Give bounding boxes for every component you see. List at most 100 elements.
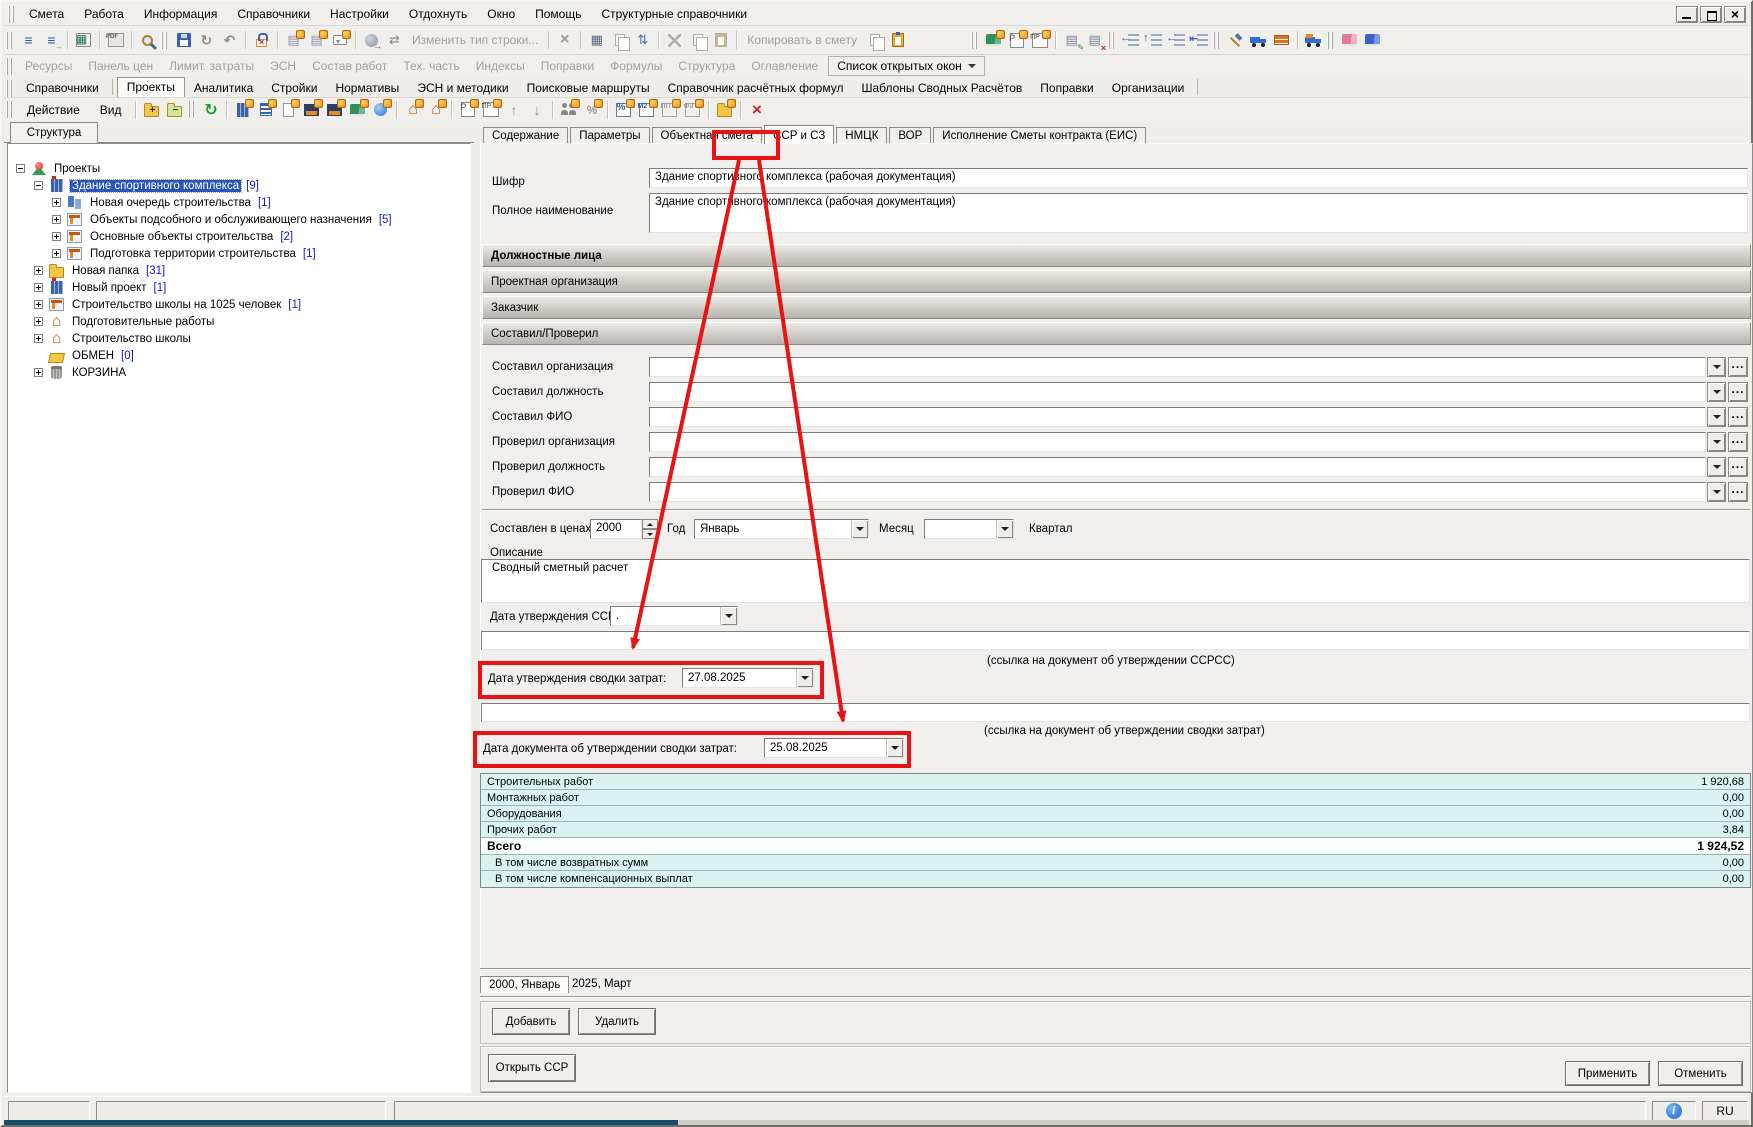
- tree-expand-icon[interactable]: [34, 334, 43, 343]
- restore-button[interactable]: [1700, 6, 1722, 23]
- period-tab-2000-january[interactable]: 2000, Январь: [480, 976, 569, 993]
- spin-down-icon[interactable]: [642, 529, 658, 539]
- table-row[interactable]: Строительных работ 1 920,68: [481, 774, 1750, 790]
- menu-vid[interactable]: Вид: [90, 101, 132, 119]
- composed-fio-browse-button[interactable]: [1728, 407, 1748, 427]
- tab-proekty[interactable]: Проекты: [117, 77, 185, 97]
- list-icon[interactable]: [254, 99, 277, 120]
- excel-icon[interactable]: [72, 30, 95, 51]
- table-row[interactable]: Монтажных работ 0,00: [481, 790, 1750, 806]
- change-row-type-button[interactable]: Изменить тип строки...: [406, 33, 544, 47]
- section-composed-checked[interactable]: Составил/Проверил: [482, 322, 1751, 345]
- book-green-icon[interactable]: [346, 99, 369, 120]
- percent-icon[interactable]: [580, 99, 603, 120]
- insert-section-icon[interactable]: [305, 30, 328, 51]
- folder-remove-icon[interactable]: [163, 99, 186, 120]
- indent-add-icon[interactable]: [1119, 30, 1142, 51]
- cancel-button[interactable]: Отменить: [1658, 1061, 1743, 1086]
- tab-spravochnik-formul[interactable]: Справочник расчётных формул: [659, 79, 853, 97]
- copy-doc-icon[interactable]: [863, 30, 886, 51]
- toolbar-grip[interactable]: [6, 58, 13, 75]
- tab-esn-metodiki[interactable]: ЭСН и методики: [408, 79, 517, 97]
- period-tab-2025-march[interactable]: 2025, Март: [564, 976, 640, 992]
- checked-post-browse-button[interactable]: [1728, 457, 1748, 477]
- transfer-icon[interactable]: [383, 30, 406, 51]
- open-windows-dropdown[interactable]: Список открытых окон: [828, 56, 985, 76]
- tab-vor[interactable]: ВОР: [889, 127, 931, 144]
- tab-popravki[interactable]: Поправки: [1031, 79, 1102, 97]
- menu-smeta[interactable]: Смета: [19, 5, 74, 23]
- tree-expand-icon[interactable]: [34, 368, 43, 377]
- tab-ispolnenie-smety[interactable]: Исполнение Сметы контракта (ЕИС): [933, 127, 1146, 144]
- globe-icon[interactable]: [369, 99, 392, 120]
- composed-org-browse-button[interactable]: [1728, 357, 1748, 377]
- tree-expand-icon[interactable]: [34, 266, 43, 275]
- tree-expand-icon[interactable]: [34, 317, 43, 326]
- section-customer[interactable]: Заказчик: [482, 296, 1751, 319]
- clipboard-icon[interactable]: [886, 30, 909, 51]
- tree-item-podgotovka-territorii[interactable]: Подготовка территории строительства [1]: [8, 245, 470, 262]
- tree-item-novaya-papka[interactable]: Новая папка [31]: [8, 262, 470, 279]
- tree-collapse-icon[interactable]: [16, 164, 25, 173]
- house-icon[interactable]: [401, 99, 424, 120]
- sort-updown-icon[interactable]: [631, 30, 654, 51]
- refresh-green-icon[interactable]: [199, 99, 222, 120]
- tab-normativy[interactable]: Нормативы: [326, 79, 408, 97]
- tree-item-podgotovitelnye-raboty[interactable]: Подготовительные работы: [8, 313, 470, 330]
- year-spinner-input[interactable]: 2000: [590, 519, 642, 539]
- film-crane-icon[interactable]: [300, 99, 323, 120]
- checked-post-input[interactable]: [649, 457, 1706, 477]
- tree-collapse-icon[interactable]: [34, 181, 43, 190]
- status-info-panel[interactable]: [1652, 1101, 1696, 1121]
- apply-button[interactable]: Применить: [1565, 1061, 1650, 1086]
- bricks-icon[interactable]: [1270, 30, 1293, 51]
- tree-expand-icon[interactable]: [52, 249, 61, 258]
- tab-struktura[interactable]: Структура: [10, 122, 98, 143]
- menu-informatsiya[interactable]: Информация: [134, 5, 227, 23]
- composed-org-input[interactable]: [649, 357, 1706, 377]
- tree-item-label[interactable]: Строительство школы на 1025 человек: [70, 299, 283, 311]
- menu-deystvie[interactable]: Действие: [17, 101, 90, 119]
- clear-x-icon[interactable]: [553, 30, 576, 51]
- arrow-up-icon[interactable]: [502, 99, 525, 120]
- tab-parametry[interactable]: Параметры: [570, 127, 649, 144]
- toolbar-grip[interactable]: [1213, 32, 1220, 49]
- tab-obektnaya-smeta[interactable]: Объектная смета: [652, 127, 763, 144]
- toolbar-grip[interactable]: [1108, 32, 1115, 49]
- toolbar-grip[interactable]: [971, 32, 978, 49]
- checked-org-input[interactable]: [649, 432, 1706, 452]
- checked-fio-dropdown-button[interactable]: [1707, 482, 1726, 502]
- summary-date-combo[interactable]: 27.08.2025: [682, 668, 814, 688]
- page-pr-icon[interactable]: [1028, 30, 1051, 51]
- hammer-icon[interactable]: [1224, 30, 1247, 51]
- checked-post-dropdown-button[interactable]: [1707, 457, 1726, 477]
- checked-fio-input[interactable]: [649, 482, 1706, 502]
- people-icon[interactable]: [557, 99, 580, 120]
- checked-fio-browse-button[interactable]: [1728, 482, 1748, 502]
- tab-analitika[interactable]: Аналитика: [185, 79, 262, 97]
- open-ssr-button[interactable]: Открыть ССР: [488, 1054, 576, 1082]
- composed-post-dropdown-button[interactable]: [1707, 382, 1726, 402]
- menu-pomosch[interactable]: Помощь: [525, 5, 591, 23]
- section-design-org[interactable]: Проектная организация: [482, 270, 1751, 293]
- toolbar-grip[interactable]: [1327, 32, 1334, 49]
- tree-item-zdanie-sportkompleksa[interactable]: Здание спортивного комплекса [9]: [8, 177, 470, 194]
- undo-icon[interactable]: [218, 30, 241, 51]
- checked-org-dropdown-button[interactable]: [1707, 432, 1726, 452]
- tree-expand-icon[interactable]: [34, 300, 43, 309]
- f3-icon[interactable]: [681, 99, 704, 120]
- menu-nastroyki[interactable]: Настройки: [320, 5, 399, 23]
- row-delete-icon[interactable]: [1083, 30, 1106, 51]
- tree-structure-icon[interactable]: [17, 30, 40, 51]
- menu-spravochniki[interactable]: Справочники: [227, 5, 320, 23]
- tree-item-korzina[interactable]: КОРЗИНА: [8, 364, 470, 381]
- arrow-down-icon[interactable]: [525, 99, 548, 120]
- copy-icon[interactable]: [686, 30, 709, 51]
- book-pink-icon[interactable]: [1338, 30, 1361, 51]
- tree-item-label[interactable]: Строительство школы: [70, 333, 193, 345]
- language-indicator[interactable]: RU: [1702, 1101, 1748, 1121]
- toolbar-grip[interactable]: [6, 32, 13, 49]
- tab-poiskovye-marshruty[interactable]: Поисковые маршруты: [518, 79, 659, 97]
- copy-to-estimate-button[interactable]: Копировать в смету: [741, 33, 863, 47]
- percent-box-icon[interactable]: [612, 99, 635, 120]
